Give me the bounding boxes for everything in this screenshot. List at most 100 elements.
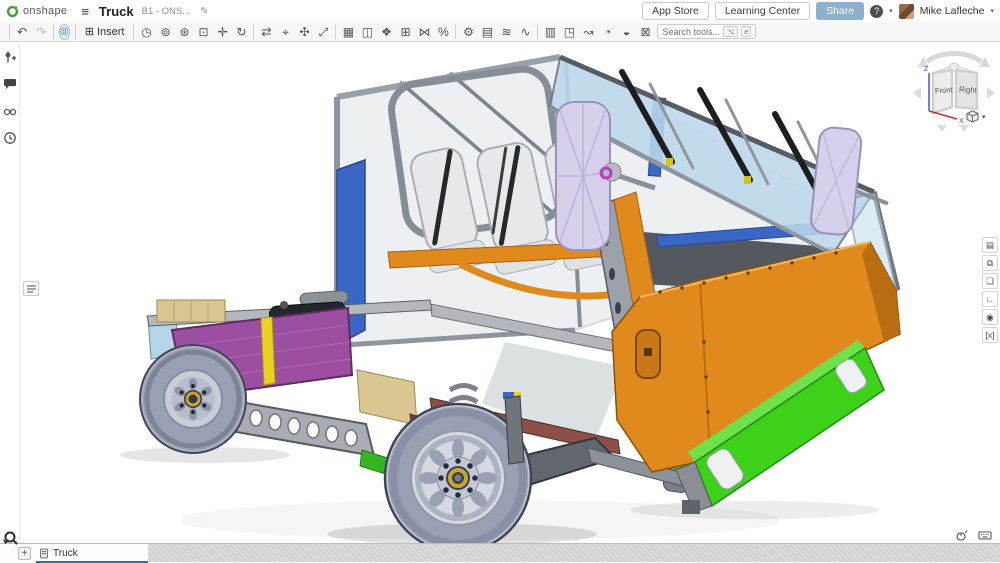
frame-icon[interactable]: ≋ [499, 24, 513, 40]
tab-truck[interactable]: Truck [39, 548, 78, 559]
tab-zone: + Truck [0, 544, 148, 563]
user-avatar[interactable] [899, 4, 914, 19]
document-tab-bar: + Truck [0, 543, 1000, 562]
mate-icon[interactable]: ⊚ [158, 24, 172, 40]
rotate-icon[interactable]: ↻ [234, 24, 248, 40]
toolbar-separator [75, 25, 76, 39]
rotate-right-arrow[interactable] [987, 87, 995, 99]
rotate-down-arrow[interactable] [937, 125, 947, 132]
left-sidebar [0, 42, 20, 543]
assembly-toolbar: ↶ ↷ ◎ ⊞ Insert ◷ ⊚ ⊛ ⊡ ✛ ↻ ⇄ ⌖ ✣ ⤢ ▦ ◫ ❖ ⊞ ⋈% ⚙ ▤ ≋ ∿ ▥ ◳ ↝ ◔ ◒… [0, 22, 1000, 42]
z-axis-label: Z [924, 66, 929, 73]
right-panel: ▤ ⧉ ❏ ∟ ◉ [x] [982, 237, 998, 343]
history-icon[interactable] [3, 131, 17, 145]
door-latch[interactable] [636, 330, 660, 378]
onshape-logo[interactable]: onshape [6, 5, 67, 18]
3d-viewport[interactable] [0, 42, 1000, 543]
search-tools-box[interactable]: ⌥ e [657, 24, 756, 39]
user-menu-caret-icon[interactable]: ▾ [990, 7, 994, 15]
explode-icon[interactable]: ✣ [297, 24, 311, 40]
insert-button[interactable]: ⊞ Insert [81, 24, 129, 39]
view-cube-corner[interactable] [950, 63, 958, 71]
revolute-mate-icon[interactable]: ⊛ [177, 24, 191, 40]
comments-icon[interactable] [3, 77, 17, 91]
toolbar-separator [455, 25, 456, 39]
view-display-menu[interactable]: ▾ [966, 110, 986, 123]
configurations-icon[interactable] [3, 50, 17, 64]
undo-icon[interactable]: ↶ [15, 24, 29, 40]
shortcut-key-alt: ⌥ [723, 26, 738, 37]
variables-panel-icon[interactable]: [x] [982, 327, 998, 343]
redo-icon[interactable]: ↷ [34, 24, 48, 40]
replicate-icon[interactable]: ❖ [379, 24, 393, 40]
user-name[interactable]: Mike Lafleche [920, 5, 985, 17]
drag-icon[interactable]: ⤢ [316, 24, 330, 40]
tan-panel[interactable] [357, 370, 417, 425]
app-header: onshape ≡ Truck B1 - ONS... ✎ App Store … [0, 0, 1000, 22]
follow-mode-icon[interactable] [3, 104, 17, 118]
copy-icon[interactable]: ◳ [562, 24, 576, 40]
view-display-cube-icon [966, 110, 979, 123]
onshape-logo-text: onshape [23, 5, 67, 17]
simulation-icon[interactable]: ⚙ [461, 24, 475, 40]
display-state-icon[interactable]: ◔ [600, 24, 614, 40]
mirror-icon[interactable]: ◫ [360, 24, 374, 40]
toolbar-separator [53, 25, 54, 39]
instance-list-icon[interactable] [23, 281, 39, 296]
insert-icon: ⊞ [85, 25, 94, 38]
bottom-right-icons [955, 530, 992, 541]
shortcut-key-e: e [741, 26, 751, 37]
configurations-panel-icon[interactable]: ❏ [982, 273, 998, 289]
toolbar-tools: ◷ ⊚ ⊛ ⊡ ✛ ↻ ⇄ ⌖ ✣ ⤢ ▦ ◫ ❖ ⊞ ⋈% ⚙ ▤ ≋ ∿ ▥ ◳ ↝ ◔ ◒ ⊠ [139, 24, 652, 40]
bom-panel-icon[interactable]: ▤ [982, 237, 998, 253]
material-panel-icon[interactable]: ◉ [982, 309, 998, 325]
measure-panel-icon[interactable]: ∟ [982, 291, 998, 307]
document-version[interactable]: B1 - ONS... [142, 6, 191, 17]
toolbar-separator [9, 25, 10, 39]
interference-icon[interactable]: ⋈ [417, 24, 431, 40]
clearance-icon[interactable]: % [436, 24, 450, 40]
fastened-mate-icon[interactable]: ⊡ [196, 24, 210, 40]
toolbar-separator [335, 25, 336, 39]
insert-label: Insert [97, 26, 125, 38]
learning-center-button[interactable]: Learning Center [715, 2, 810, 20]
appearance-panel-icon[interactable]: ⧉ [982, 255, 998, 271]
toolbar-separator [253, 25, 254, 39]
cut-list-icon[interactable]: ▥ [543, 24, 557, 40]
graphics-search-icon[interactable] [2, 530, 21, 552]
view-cube[interactable]: Front Right Z X [905, 45, 1000, 135]
main-menu-icon[interactable]: ≡ [81, 4, 89, 19]
rear-wheel[interactable] [140, 345, 246, 453]
onshape-logo-icon [6, 5, 19, 18]
app-store-button[interactable]: App Store [642, 2, 709, 20]
animate-icon[interactable]: ↝ [581, 24, 595, 40]
share-button[interactable]: Share [816, 2, 864, 20]
help-caret-icon[interactable]: ▾ [889, 7, 893, 15]
help-icon[interactable]: ? [870, 5, 883, 18]
document-title: Truck [99, 4, 134, 19]
pattern-icon[interactable]: ▦ [341, 24, 355, 40]
bom-table-icon[interactable]: ▤ [480, 24, 494, 40]
move-icon[interactable]: ✛ [215, 24, 229, 40]
rotate-left-arrow[interactable] [913, 87, 921, 99]
section-view-icon[interactable]: ◒ [619, 24, 633, 40]
search-tools-input[interactable] [662, 27, 720, 37]
keyboard-shortcuts-icon[interactable] [978, 530, 992, 541]
group-icon[interactable]: ⊞ [398, 24, 412, 40]
truck-model[interactable] [120, 57, 900, 543]
mouse-settings-icon[interactable] [955, 530, 968, 541]
tool-box[interactable] [157, 300, 225, 322]
rotate-down-arrow-2[interactable] [959, 125, 969, 132]
front-face-label: Front [935, 85, 954, 95]
slider-mate-icon[interactable]: ⇄ [259, 24, 273, 40]
snap-mode-icon[interactable]: ⌖ [278, 24, 292, 40]
hide-icon[interactable]: ⊠ [638, 24, 652, 40]
mate-connector-icon[interactable]: ◷ [139, 24, 153, 40]
toolbar-separator [537, 25, 538, 39]
toolbar-separator [133, 25, 134, 39]
x-axis-label: X [959, 118, 964, 125]
spline-icon[interactable]: ∿ [518, 24, 532, 40]
edit-document-icon[interactable]: ✎ [200, 6, 208, 17]
rotate-arc-arrow[interactable] [927, 54, 981, 62]
active-tool-indicator-icon[interactable]: ◎ [59, 24, 70, 40]
